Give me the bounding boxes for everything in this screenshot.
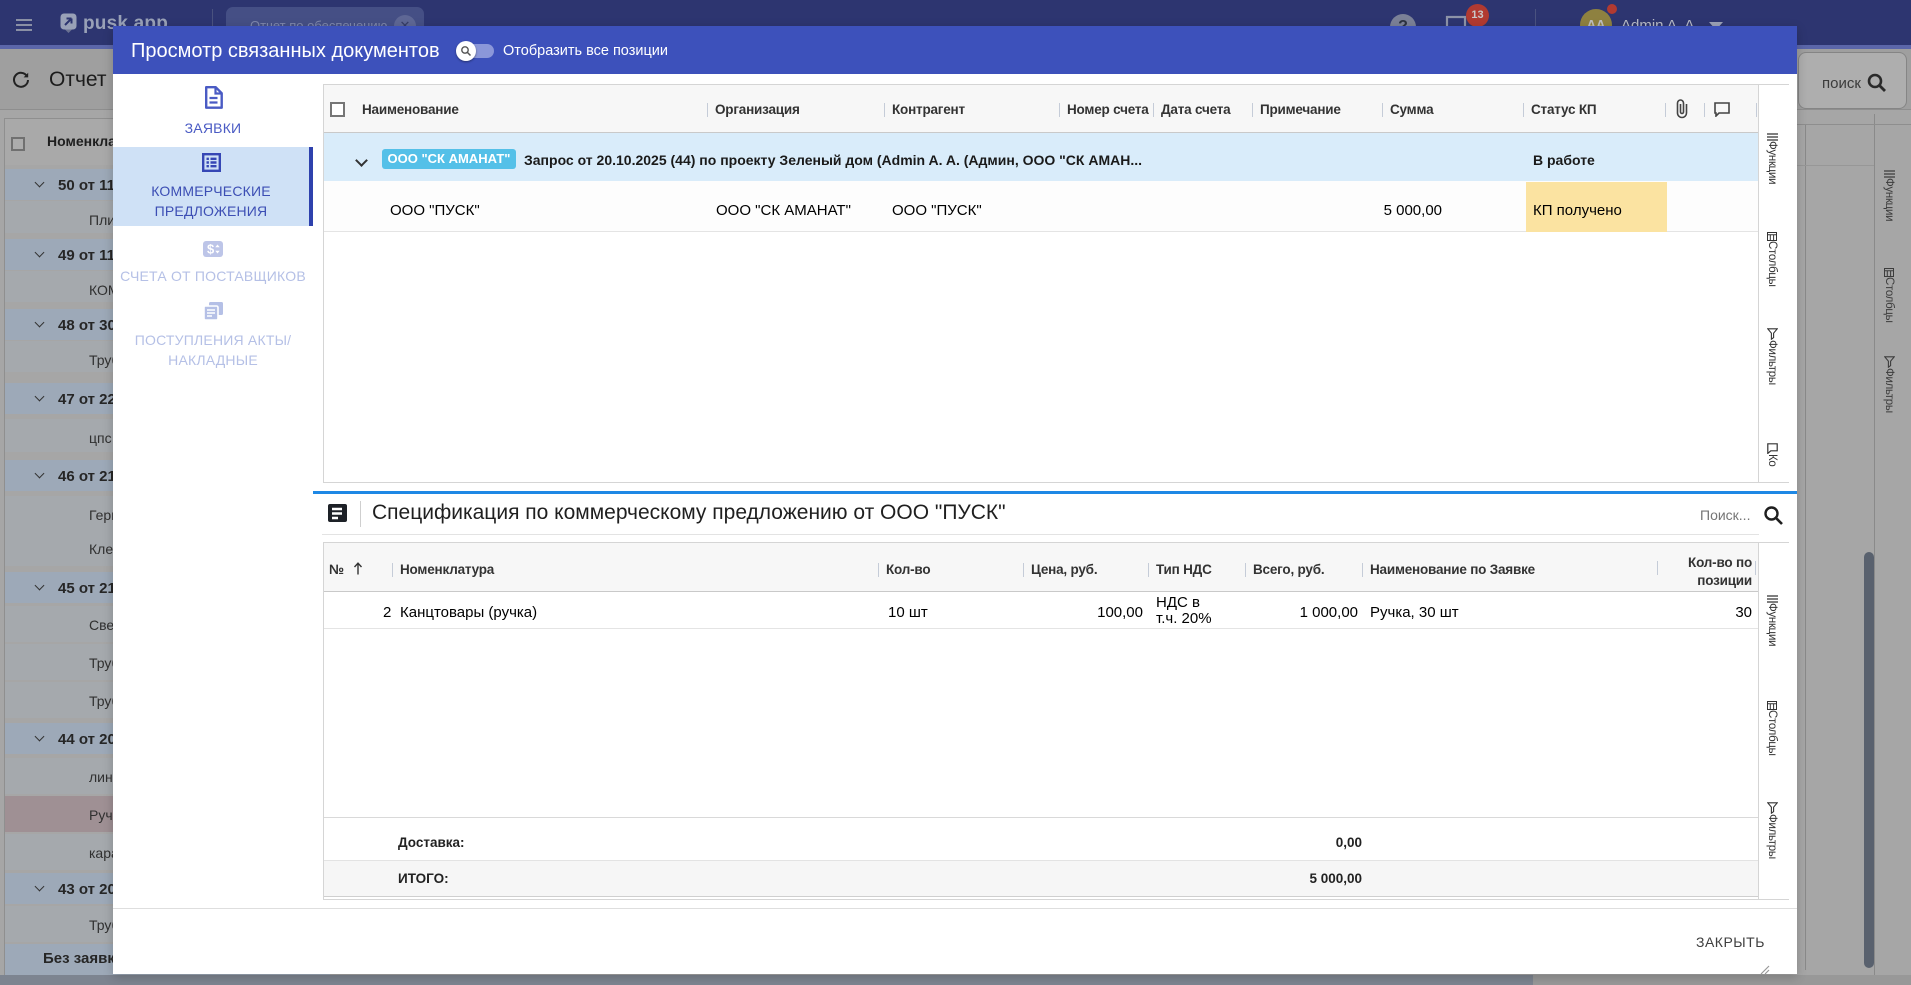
svg-text:$: $: [207, 242, 215, 257]
